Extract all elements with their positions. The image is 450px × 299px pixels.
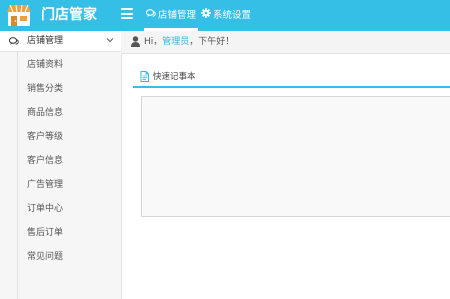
document-icon [140, 71, 149, 85]
app-title: 门店管家 [41, 7, 97, 23]
tab-underline [133, 86, 450, 88]
sidebar-item-order-center[interactable]: 订单中心 [27, 203, 63, 215]
sidebar-header-label: 店铺管理 [27, 36, 64, 46]
nav-store-management-label: 店铺管理 [158, 10, 197, 21]
greeting-prefix: Hi， [144, 37, 163, 47]
sidebar-item-faq[interactable]: 常见问题 [27, 251, 63, 263]
chat-bubbles-icon [8, 37, 19, 49]
sidebar-item-product-info[interactable]: 商品信息 [27, 107, 63, 119]
greeting-suffix: ，下午好！ [189, 37, 235, 47]
quick-notepad-textarea[interactable] [141, 96, 450, 217]
nav-system-settings-label: 系统设置 [213, 10, 252, 21]
sidebar-tree-line [17, 52, 18, 299]
sidebar-item-customer-info[interactable]: 客户信息 [27, 155, 63, 167]
top-bar: 门店管家 店铺管理 系统设置 [0, 0, 450, 31]
sidebar-item-store-profile[interactable]: 店铺资料 [27, 59, 63, 71]
tab-quick-notepad-label: 快速记事本 [153, 72, 196, 82]
sidebar-item-customer-level[interactable]: 客户等级 [27, 131, 63, 143]
gear-icon [201, 0, 211, 31]
sidebar: 店铺管理 店铺资料 销售分类 商品信息 客户等级 客户信息 广告管理 订单中心 … [0, 31, 122, 299]
nav-store-management[interactable]: 店铺管理 [144, 0, 199, 31]
sidebar-item-sales-category[interactable]: 销售分类 [27, 83, 63, 95]
greeting-text: Hi，管理员，下午好！ [144, 36, 234, 48]
nav-system-settings[interactable]: 系统设置 [201, 0, 251, 31]
chat-bubbles-icon [145, 0, 156, 31]
greeting-role[interactable]: 管理员 [162, 37, 189, 47]
chevron-down-icon [106, 36, 114, 46]
user-icon [131, 36, 140, 50]
greeting-bar: Hi，管理员，下午好！ [121, 31, 450, 54]
hamburger-icon[interactable] [121, 8, 133, 19]
sidebar-item-ad-management[interactable]: 广告管理 [27, 179, 63, 191]
sidebar-header-store-management[interactable]: 店铺管理 [0, 31, 121, 52]
sidebar-item-after-sales-orders[interactable]: 售后订单 [27, 227, 63, 239]
shop-logo-icon[interactable] [6, 3, 32, 27]
tab-quick-notepad[interactable]: 快速记事本 [133, 70, 450, 88]
